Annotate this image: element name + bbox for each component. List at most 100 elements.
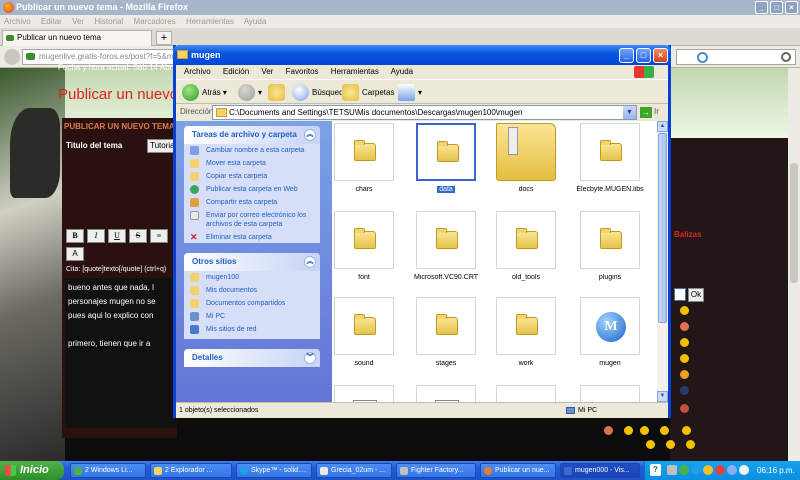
menu-ver[interactable]: Ver (261, 67, 273, 76)
smiley-icon[interactable] (680, 322, 689, 331)
file-item[interactable] (494, 383, 558, 402)
taskbar-item-fighter-factory[interactable]: Fighter Factory... (396, 463, 476, 478)
folder-item-docs[interactable]: docs (494, 121, 558, 205)
folder-item-elecbyte[interactable]: Elecbyte.MUGEN.libs (570, 121, 650, 205)
taskbar-item-windows-live[interactable]: 2 Windows Li... (70, 463, 146, 478)
volume-icon[interactable] (703, 465, 713, 475)
app-item-mugen[interactable]: M mugen (578, 295, 642, 379)
smiley-icon[interactable] (646, 440, 655, 449)
task-copy[interactable]: Copiar esta carpeta (184, 170, 320, 183)
underline-button[interactable]: U (108, 229, 126, 243)
task-rename[interactable]: Cambiar nombre a esta carpeta (184, 144, 320, 157)
menu-historial[interactable]: Historial (94, 17, 123, 26)
tray-arrow-icon[interactable] (667, 465, 677, 475)
align-button[interactable]: ≡ (150, 229, 168, 243)
smiley-icon[interactable] (604, 426, 613, 435)
place-mis-sitios-de-red[interactable]: Mis sitios de red (184, 323, 320, 336)
folders-button[interactable]: Carpetas (342, 83, 394, 102)
folder-item-stages[interactable]: stages (414, 295, 478, 379)
folder-item-work[interactable]: work (494, 295, 558, 379)
ok-button[interactable]: Ok (688, 288, 704, 302)
task-delete[interactable]: ✕ Eliminar esta carpeta (184, 231, 320, 243)
maximize-button[interactable]: □ (770, 1, 783, 14)
strike-button[interactable]: S (129, 229, 147, 243)
italic-button[interactable]: I (87, 229, 105, 243)
place-documentos-compartidos[interactable]: Documentos compartidos (184, 297, 320, 310)
start-button[interactable]: Inicio (0, 461, 64, 480)
collapse-chevron-icon[interactable]: ︽ (304, 129, 316, 141)
smiley-icon[interactable] (680, 404, 689, 413)
folder-item-chars[interactable]: chars (332, 121, 396, 205)
menu-herramientas[interactable]: Herramientas (186, 17, 234, 26)
folder-item-font[interactable]: font (332, 209, 396, 293)
menu-editar[interactable]: Editar (41, 17, 62, 26)
smiley-icon[interactable] (680, 338, 689, 347)
folder-item-old-tools[interactable]: old_tools (494, 209, 558, 293)
menu-ayuda[interactable]: Ayuda (244, 17, 267, 26)
menu-ayuda[interactable]: Ayuda (391, 67, 414, 76)
file-item[interactable] (332, 383, 396, 402)
file-list-scrollbar[interactable]: ▲ ▼ (657, 121, 668, 402)
font-size-button[interactable]: A (66, 247, 84, 261)
explorer-title-bar[interactable]: mugen _ □ × (173, 45, 671, 65)
address-input[interactable]: C:\Documents and Settings\TETSU\Mis docu… (212, 105, 637, 120)
page-scrollbar[interactable] (788, 68, 800, 461)
folder-item-sound[interactable]: sound (332, 295, 396, 379)
back-button[interactable] (4, 49, 20, 65)
smiley-icon[interactable] (682, 426, 691, 435)
maximize-button[interactable]: □ (636, 48, 651, 63)
menu-herramientas[interactable]: Herramientas (331, 67, 379, 76)
scrollbar-thumb[interactable] (658, 133, 667, 323)
smiley-icon[interactable] (680, 386, 689, 395)
file-tasks-header[interactable]: Tareas de archivo y carpeta ︽ (184, 126, 320, 144)
messenger-tray-icon[interactable] (679, 465, 689, 475)
help-icon[interactable]: ? (650, 464, 661, 476)
minimize-button[interactable]: _ (755, 1, 768, 14)
taskbar-item-firefox[interactable]: Publicar un nue... (480, 463, 556, 478)
menu-ver[interactable]: Ver (72, 17, 84, 26)
tray-app-icon[interactable] (739, 465, 749, 475)
views-button[interactable]: ▾ (398, 83, 424, 102)
go-button[interactable]: Ir (654, 107, 659, 116)
smiley-icon[interactable] (624, 426, 633, 435)
folder-item-data[interactable]: data (414, 121, 478, 205)
address-dropdown-icon[interactable]: ▼ (623, 106, 636, 119)
taskbar-item-grecia[interactable]: Grecia_02um - ... (316, 463, 392, 478)
bold-button[interactable]: B (66, 229, 84, 243)
smiley-icon[interactable] (680, 306, 689, 315)
smiley-icon[interactable] (666, 440, 675, 449)
scrollbar-thumb[interactable] (790, 163, 798, 283)
smiley-icon[interactable] (640, 426, 649, 435)
scroll-down-icon[interactable]: ▼ (657, 391, 668, 402)
smiley-icon[interactable] (686, 440, 695, 449)
forward-button[interactable]: ▾ (238, 83, 264, 102)
smiley-icon[interactable] (680, 354, 689, 363)
collapse-chevron-icon[interactable]: ︽ (304, 256, 316, 268)
balizas-link[interactable]: Balizas (674, 230, 702, 239)
menu-edicion[interactable]: Edición (223, 67, 249, 76)
menu-archivo[interactable]: Archivo (184, 67, 211, 76)
other-places-header[interactable]: Otros sitios ︽ (184, 253, 320, 271)
menu-favoritos[interactable]: Favoritos (286, 67, 319, 76)
go-arrow-icon[interactable]: → (640, 107, 652, 118)
up-folder-button[interactable] (268, 83, 286, 102)
message-textarea[interactable]: bueno antes que nada, l personajes mugen… (65, 278, 177, 428)
details-header[interactable]: Detalles ︾ (184, 349, 320, 367)
taskbar-item-skype[interactable]: Skype™ - solid.... (236, 463, 312, 478)
file-item[interactable] (578, 383, 642, 402)
back-button[interactable]: Atrás ▾ (182, 83, 227, 102)
firefox-title-bar[interactable]: Publicar un nuevo tema - Mozilla Firefox… (0, 0, 800, 15)
file-item[interactable] (414, 383, 478, 402)
smiley-icon[interactable] (680, 370, 689, 379)
smiley-icon[interactable] (660, 426, 669, 435)
task-publish[interactable]: Publicar esta carpeta en Web (184, 183, 320, 196)
minimize-button[interactable]: _ (619, 48, 634, 63)
task-move[interactable]: Mover esta carpeta (184, 157, 320, 170)
taskbar-item-explorador[interactable]: 2 Explorador ... (150, 463, 232, 478)
search-button[interactable]: Búsqueda (292, 83, 348, 102)
new-tab-button[interactable]: + (156, 31, 172, 45)
menu-marcadores[interactable]: Marcadores (133, 17, 175, 26)
tab-publicar[interactable]: Publicar un nuevo tema (2, 30, 152, 46)
expand-chevron-icon[interactable]: ︾ (304, 352, 316, 364)
place-mis-documentos[interactable]: Mis documentos (184, 284, 320, 297)
